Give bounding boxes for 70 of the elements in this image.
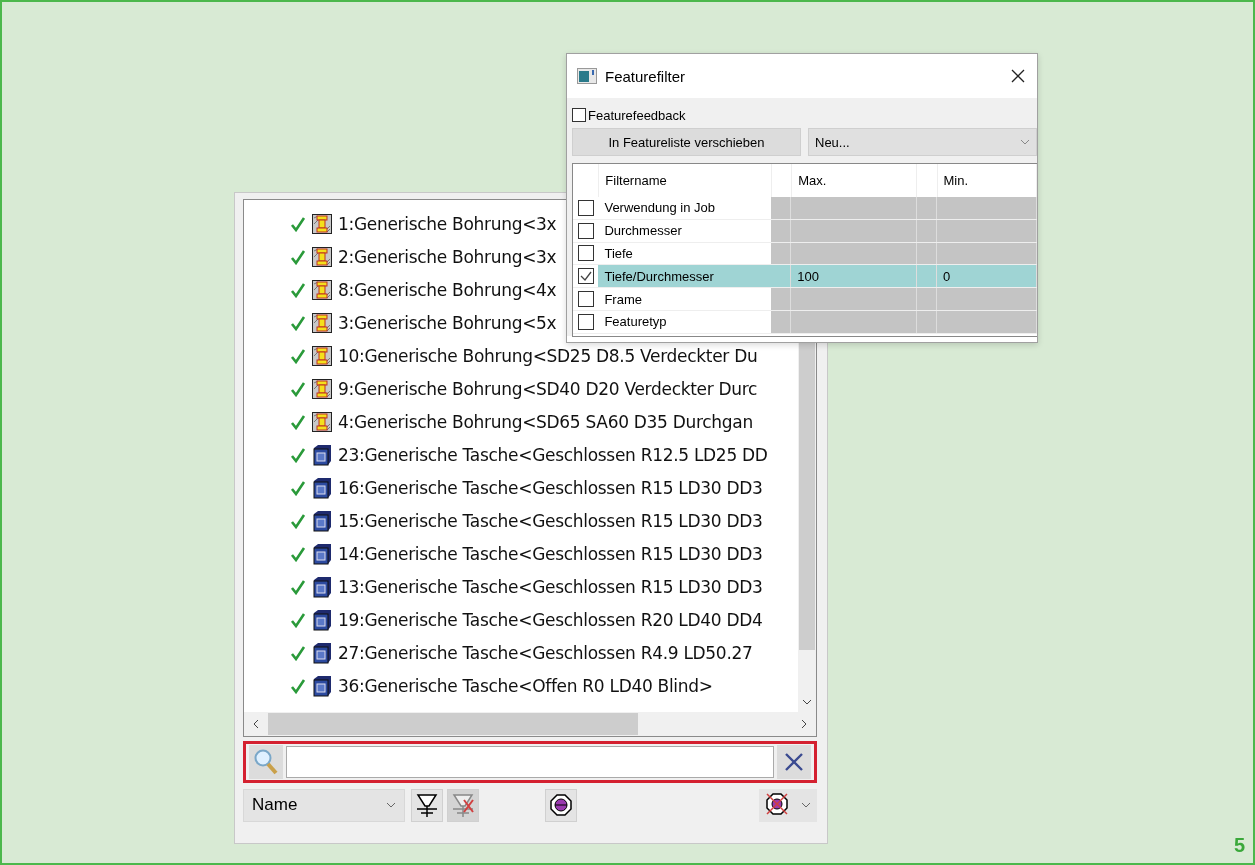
pocket-icon [312,476,332,499]
window-icon [577,68,597,84]
table-cell: 0 [943,268,951,284]
crossed-target-icon [765,792,789,818]
pocket-icon [312,608,332,631]
feature-item[interactable]: 14:Generische Tasche<Geschlossen R15 LD30 DD3 [244,537,798,570]
search-field[interactable] [286,746,774,778]
filter-row[interactable]: Durchmesser [573,219,1037,243]
feature-item[interactable]: 4:Generische Bohrung<SD65 SA60 D35 Durchgan [244,405,798,438]
hole-icon [312,378,332,399]
feature-item[interactable]: 16:Generische Tasche<Geschlossen R15 LD30 DD3 [244,471,798,504]
pocket-icon [312,443,332,466]
horizontal-scrollbar[interactable] [244,712,816,736]
table-cell-text: Frame [603,290,643,309]
clear-button[interactable] [777,745,811,779]
table-cell: Tiefe/Durchmesser [598,265,771,288]
scroll-down-icon[interactable] [802,698,812,706]
feature-item[interactable]: 13:Generische Tasche<Geschlossen R15 LD30 DD3 [244,570,798,603]
table-cell-text: Tiefe [603,245,634,263]
scroll-left-icon[interactable] [252,719,260,729]
feature-item[interactable]: 9:Generische Bohrung<SD40 D20 Verdeckter Durc [244,372,798,405]
checkbox-label: Featurefeedback [588,107,686,123]
sort-dropdown[interactable]: Name [243,788,405,822]
pocket-icon [312,641,332,664]
filter-row[interactable]: Frame [573,288,1037,311]
table-cell-text: Verwendung in Job [603,199,716,218]
checkbox[interactable] [577,222,594,239]
hole-icon [312,279,332,300]
pocket-icon [312,674,332,697]
feature-item[interactable]: 23:Generische Tasche<Geschlossen R12.5 LD25 DD [244,438,798,471]
hole-icon [312,246,332,267]
hole-icon [312,312,332,333]
column-header[interactable]: Filtername [599,164,772,197]
table-cell-text: Durchmesser [603,222,683,241]
hole-icon [312,213,332,234]
feature-options-dropdown[interactable] [759,788,817,822]
table-cell-text: Featuretyp [603,313,668,332]
checkbox[interactable] [577,245,594,262]
window-title: Featurefilter [605,67,686,85]
feature-item[interactable]: 19:Generische Tasche<Geschlossen R20 LD40 DD4 [244,603,798,636]
caret-icon [386,802,396,808]
preset-dropdown[interactable]: Neu... [808,128,1037,156]
pocket-icon [312,575,332,598]
filter-row[interactable]: Featuretyp [573,311,1037,334]
figure-number: 5 [1233,834,1245,857]
checkbox[interactable] [577,291,594,308]
checkbox[interactable] [577,268,594,285]
caret-icon [801,802,811,808]
remove-filter-icon[interactable] [447,788,479,822]
move-button[interactable]: In Featureliste verschieben [572,128,801,156]
checkbox[interactable] [572,108,586,122]
checkbox[interactable] [577,313,594,330]
filter-row[interactable]: Verwendung in Job [573,197,1037,220]
checkbox[interactable] [577,199,594,216]
feature-target-icon[interactable] [545,788,577,822]
filter-row[interactable]: Tiefe [573,242,1037,266]
caret-icon [1020,139,1030,145]
pocket-icon [312,542,332,565]
hole-icon [312,411,332,432]
hole-icon [312,345,332,366]
feature-item[interactable]: 36:Generische Tasche<Offen R0 LD40 Blind> [244,669,798,702]
feature-item[interactable]: 15:Generische Tasche<Geschlossen R15 LD30 DD3 [244,504,798,537]
filter-icon[interactable] [411,788,443,822]
close-icon [784,752,804,772]
pocket-icon [312,509,332,532]
filter-row[interactable]: Tiefe/Durchmesser 100 0 [573,265,1037,289]
feature-item[interactable]: 10:Generische Bohrung<SD25 D8.5 Verdeckter Du [244,339,798,372]
feature-item[interactable]: 27:Generische Tasche<Geschlossen R4.9 LD50.27 [244,636,798,669]
scroll-right-icon[interactable] [800,719,808,729]
table-cell: 100 [797,268,819,284]
